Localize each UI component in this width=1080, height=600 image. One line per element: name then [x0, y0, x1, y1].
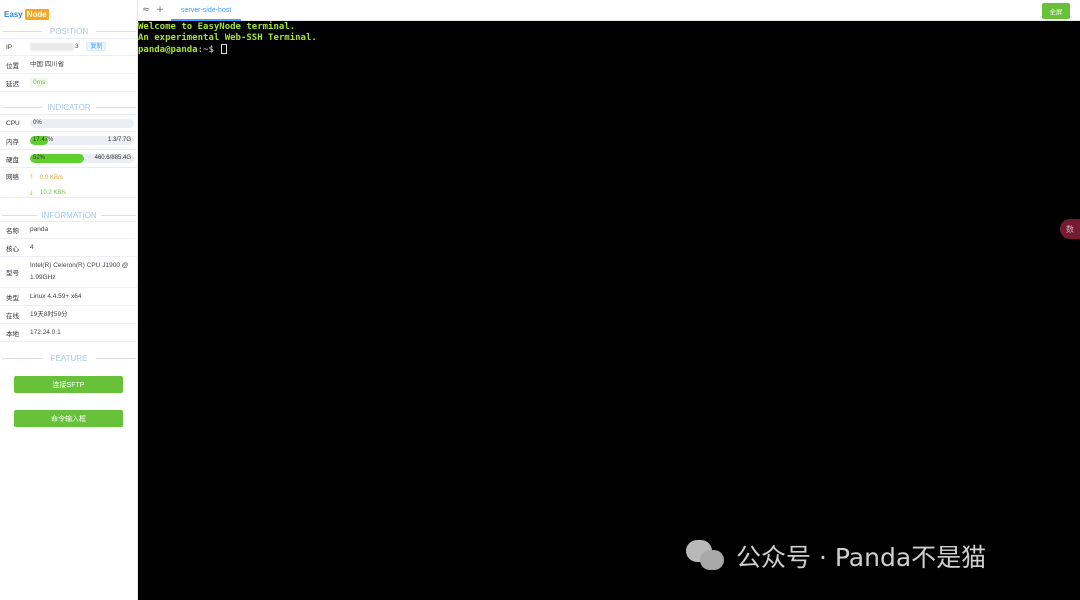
download-speed: 10.2 KB/s: [40, 190, 67, 196]
upload-speed: 0.0 KB/s: [40, 175, 63, 181]
cpu-label: CPU: [6, 119, 20, 127]
add-tab-icon[interactable]: +: [155, 4, 165, 16]
online-value: 19天8时59分: [30, 310, 68, 318]
feature-section-title: FEATURE: [0, 353, 138, 363]
ip-tail: 3: [75, 42, 79, 50]
name-value: panda: [30, 226, 49, 233]
connect-sftp-button[interactable]: 连接SFTP: [14, 376, 123, 393]
type-value: Linux 4.4.59+ x64: [30, 292, 82, 300]
fullscreen-button[interactable]: 全屏: [1042, 3, 1070, 19]
indicator-section-title: INDICATOR: [0, 102, 138, 112]
logo-easy: Easy: [4, 9, 23, 19]
disk-label: 硬盘: [6, 156, 19, 164]
logo-node: Node: [24, 8, 49, 20]
memory-percent: 17.47%: [33, 137, 54, 143]
location-label: 位置: [6, 62, 19, 70]
collapse-toggle-icon[interactable]: ≈: [141, 4, 151, 16]
cpu-percent: 0%: [33, 119, 42, 126]
local-value: 172.24.0.1: [30, 328, 61, 336]
location-value: 中国 四川省: [30, 60, 65, 68]
memory-amount: 1.3/7.7G: [107, 137, 131, 143]
cores-label: 核心: [6, 245, 19, 253]
local-row: 本地 172.24.0.1: [0, 324, 138, 342]
latency-label: 延迟: [6, 80, 19, 88]
online-row: 在线 19天8时59分: [0, 306, 138, 324]
local-label: 本地: [6, 330, 19, 338]
tab-server-side-host[interactable]: server-side-host: [171, 0, 242, 21]
latency-row: 延迟 0ms: [0, 74, 138, 92]
watermark-text: 公众号 · Panda不是猫: [736, 543, 987, 572]
latency-badge: 0ms: [30, 77, 49, 88]
command-input-button[interactable]: 命令输入框: [14, 410, 123, 427]
tab-bar: ≈ + server-side-host 全屏: [138, 0, 1080, 21]
memory-progress-bar: 17.47% 1.3/7.7G: [30, 136, 134, 145]
cores-row: 核心 4: [0, 239, 138, 257]
ip-masked: [30, 42, 74, 51]
watermark: 公众号 · Panda不是猫: [686, 538, 986, 574]
cpu-row: CPU 0%: [0, 114, 138, 132]
disk-row: 硬盘 52% 460.6/885.4G: [0, 150, 138, 168]
disk-percent: 52%: [33, 155, 46, 161]
disk-amount: 460.6/885.4G: [94, 155, 131, 161]
position-section-title: POSITION: [0, 26, 138, 36]
sidebar: Easy Node POSITION IP 3 复制 位置 中国 四川省 延迟 …: [0, 0, 138, 600]
information-section-title: INFORMATION: [0, 210, 138, 220]
network-value: ⤒ 0.0 KB/s ⤓ 10.2 KB/s: [26, 171, 138, 199]
wechat-icon: [686, 538, 728, 574]
feature-title-text: FEATURE: [46, 353, 92, 363]
type-label: 类型: [6, 294, 19, 302]
copy-ip-button[interactable]: 复制: [86, 42, 107, 52]
network-download: ⤓ 10.2 KB/s: [30, 187, 138, 199]
disk-value: 52% 460.6/885.4G: [26, 154, 138, 163]
ip-row: IP 3 复制: [0, 38, 138, 56]
cpu-progress-bar: 0%: [30, 118, 134, 128]
model-label: 型号: [6, 270, 19, 277]
ip-value: 3 复制: [26, 41, 138, 54]
memory-label: 内存: [6, 138, 19, 146]
indicator-title-text: INDICATOR: [43, 102, 95, 112]
download-arrow-icon: ⤓: [30, 190, 33, 196]
name-row: 名称 panda: [0, 221, 138, 239]
side-float-button[interactable]: 数: [1060, 219, 1080, 239]
cpu-value: 0%: [26, 118, 138, 128]
name-label: 名称: [6, 228, 19, 235]
model-value: Intel(R) Celeron(R) CPU J1900 @ 1.99GHz: [30, 262, 129, 281]
memory-row: 内存 17.47% 1.3/7.7G: [0, 132, 138, 150]
terminal-cursor: [221, 44, 228, 54]
information-title-text: INFORMATION: [37, 210, 101, 220]
prompt-rest: :~$: [197, 45, 220, 55]
location-row: 位置 中国 四川省: [0, 56, 138, 74]
terminal-prompt-line: panda@panda:~$: [138, 44, 228, 56]
network-upload: ⤒ 0.0 KB/s: [30, 172, 138, 184]
type-row: 类型 Linux 4.4.59+ x64: [0, 288, 138, 306]
cores-value: 4: [30, 243, 34, 251]
model-row: 型号 Intel(R) Celeron(R) CPU J1900 @ 1.99G…: [0, 257, 138, 288]
online-label: 在线: [6, 312, 19, 320]
prompt-user: panda@panda: [138, 45, 198, 55]
disk-progress-bar: 52% 460.6/885.4G: [30, 154, 134, 163]
latency-value-wrap: 0ms: [26, 77, 138, 89]
terminal[interactable]: Welcome to EasyNode terminal. An experim…: [138, 21, 1080, 600]
network-label: 网络: [6, 174, 19, 181]
network-row: 网络 ⤒ 0.0 KB/s ⤓ 10.2 KB/s: [0, 168, 138, 198]
terminal-line-1: Welcome to EasyNode terminal.: [138, 22, 296, 32]
ip-label: IP: [6, 43, 13, 51]
upload-arrow-icon: ⤒: [30, 175, 33, 181]
position-title-text: POSITION: [45, 26, 93, 36]
app-logo: Easy Node: [4, 8, 49, 20]
terminal-line-2: An experimental Web-SSH Terminal.: [138, 33, 317, 43]
memory-value: 17.47% 1.3/7.7G: [26, 136, 138, 145]
